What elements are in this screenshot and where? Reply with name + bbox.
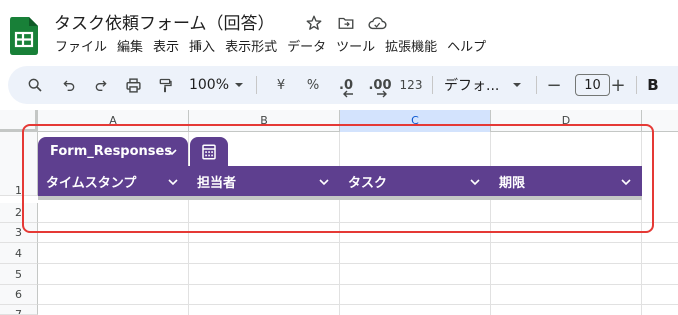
column-header-a[interactable]: A [38,110,189,132]
menu-help[interactable]: ヘルプ [442,38,491,58]
paint-format-icon[interactable] [152,66,178,104]
menu-file[interactable]: ファイル [50,38,112,58]
decrease-font-size-button[interactable]: − [544,66,564,104]
font-family-select[interactable]: デフォ... [444,66,508,104]
menu-data[interactable]: データ [282,38,331,58]
table-header-assignee[interactable]: 担当者 [189,166,340,196]
redo-icon[interactable] [88,66,114,104]
select-all-corner[interactable] [0,110,38,132]
column-header-b[interactable]: B [189,110,340,132]
table-header-timestamp[interactable]: タイムスタンプ [38,166,189,196]
menu-view[interactable]: 表示 [148,38,184,58]
chevron-down-icon[interactable] [167,176,179,188]
cloud-saved-icon[interactable] [367,13,387,33]
row-header-4[interactable]: 4 [0,243,38,264]
print-icon[interactable] [120,66,146,104]
table-name-tab[interactable]: Form_Responses [38,137,188,166]
chevron-down-icon[interactable] [318,176,330,188]
menu-format[interactable]: 表示形式 [220,38,282,58]
row-header-2[interactable]: 2 [0,203,38,223]
table-header-task[interactable]: タスク [340,166,491,196]
document-title[interactable]: タスク依頼フォーム（回答） [54,9,275,34]
table-header-assignee-label: 担当者 [197,175,237,191]
row-header-1[interactable]: 1 [0,132,38,197]
decrease-decimal-button[interactable]: .0 [334,66,358,104]
table-header-due-date[interactable]: 期限 [491,166,642,196]
chevron-down-icon[interactable] [469,176,481,188]
table-header-row: タイムスタンプ 担当者 タスク 期限 [38,166,642,196]
star-icon[interactable] [304,13,324,33]
percent-button[interactable]: % [302,66,324,104]
chevron-down-icon[interactable] [620,176,632,188]
column-header-c[interactable]: C [340,110,491,132]
number-format-button[interactable]: 123 [398,66,424,104]
move-folder-icon[interactable] [336,13,356,33]
row-header-3[interactable]: 3 [0,223,38,243]
toolbar: 100% ¥ % .0 .00 123 デフォ... − 10 + B [8,66,678,104]
sheets-logo-icon[interactable] [10,17,38,55]
increase-decimal-button[interactable]: .00 [366,66,394,104]
table-header-timestamp-label: タイムスタンプ [46,175,137,191]
menu-insert[interactable]: 挿入 [184,38,220,58]
search-menus-icon[interactable] [22,66,48,104]
column-header-e[interactable] [642,110,678,132]
row-header-6[interactable]: 6 [0,285,38,305]
row-header-7[interactable]: 7 [0,305,38,315]
font-chevron-down-icon[interactable] [510,66,524,104]
calculator-icon [202,144,216,159]
menu-tools[interactable]: ツール [331,38,380,58]
table-header-due-date-label: 期限 [499,175,526,191]
row-header-5[interactable]: 5 [0,264,38,285]
table-header-task-label: タスク [348,175,388,191]
table-summary-button[interactable] [190,137,228,166]
table-menu-chevron-icon[interactable] [166,146,178,158]
zoom-chevron-down-icon[interactable] [232,66,246,104]
currency-button[interactable]: ¥ [270,66,292,104]
menu-edit[interactable]: 編集 [112,38,148,58]
menu-bar: ファイル 編集 表示 挿入 表示形式 データ ツール 拡張機能 ヘルプ [50,38,491,58]
table-name-label: Form_Responses [50,144,173,159]
menu-extensions[interactable]: 拡張機能 [380,38,442,58]
increase-font-size-button[interactable]: + [608,66,628,104]
zoom-select[interactable]: 100% [186,66,232,104]
font-size-input[interactable]: 10 [575,74,610,96]
column-header-d[interactable]: D [491,110,642,132]
bold-button[interactable]: B [644,66,662,104]
table-header-divider [38,196,642,200]
undo-icon[interactable] [56,66,82,104]
